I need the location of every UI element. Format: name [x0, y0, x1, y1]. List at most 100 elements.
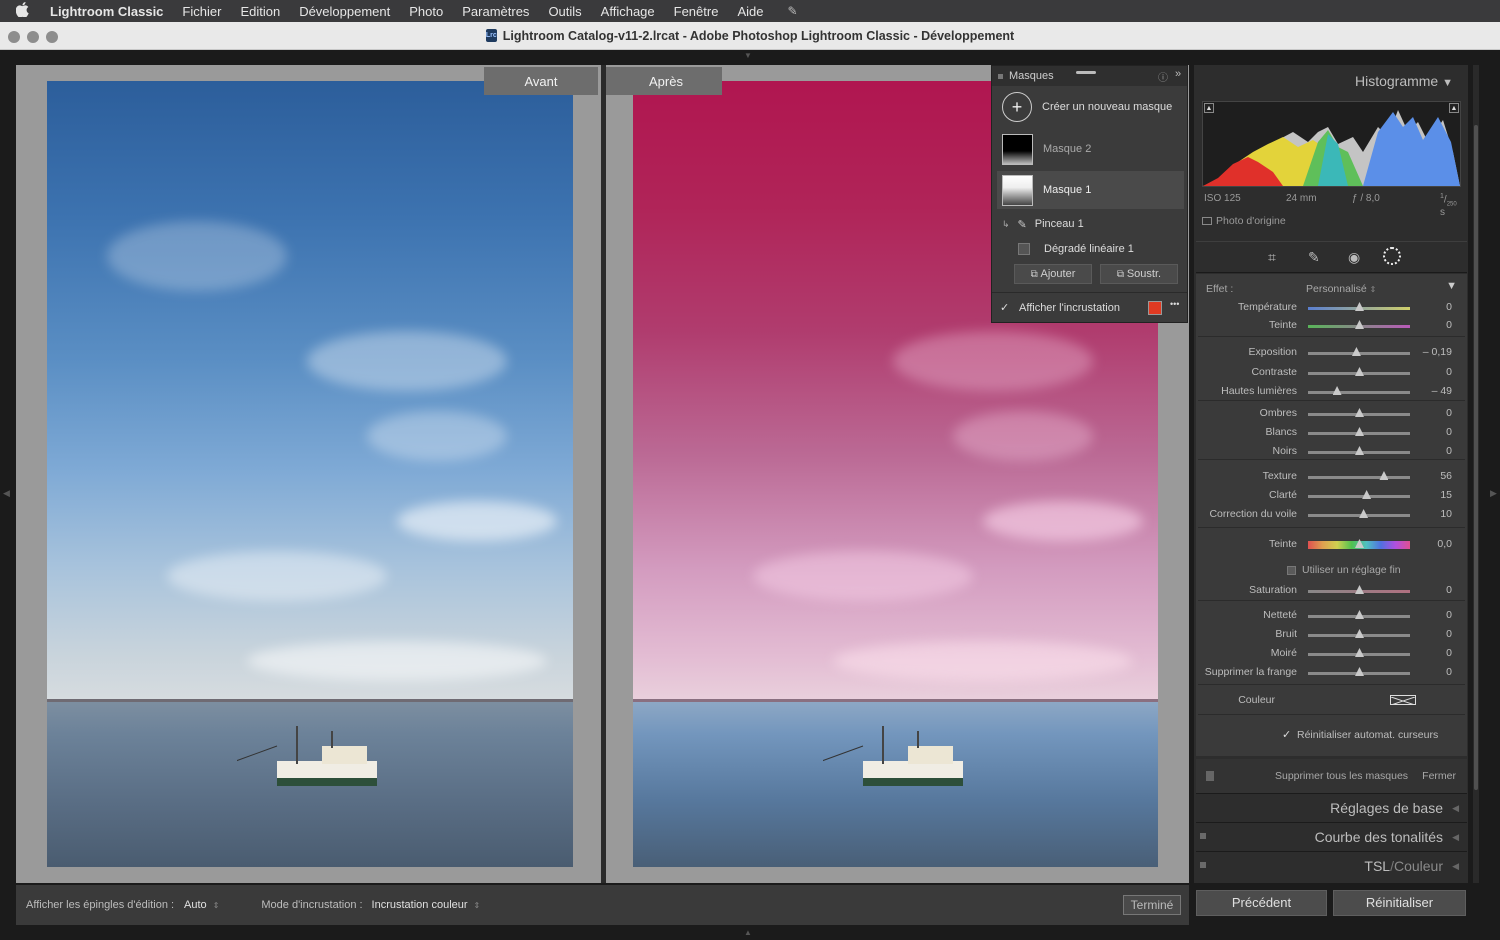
- histogram-title-row[interactable]: Histogramme ▼: [1355, 73, 1453, 89]
- fine-adjust-checkbox[interactable]: [1287, 565, 1296, 575]
- section-hsl[interactable]: TSL/Couleur ◀: [1196, 851, 1467, 881]
- slider-value[interactable]: 0: [1446, 609, 1452, 621]
- menu-app[interactable]: Lightroom Classic: [50, 4, 163, 19]
- overlay-mode-select[interactable]: Incrustation couleur: [372, 899, 468, 911]
- menu-photo[interactable]: Photo: [409, 4, 443, 19]
- help-icon[interactable]: ⓘ: [1158, 69, 1168, 84]
- collapse-effect-icon[interactable]: ▼: [1446, 280, 1457, 292]
- slider-row: Clarté 15: [1196, 487, 1467, 504]
- menu-edition[interactable]: Edition: [240, 4, 280, 19]
- scrollbar-thumb[interactable]: [1474, 125, 1478, 790]
- fine-adjust-row[interactable]: Utiliser un réglage fin: [1287, 564, 1401, 576]
- subtract-component-button[interactable]: ⧉ Soustr.: [1100, 264, 1178, 284]
- slider-value[interactable]: 10: [1440, 508, 1452, 520]
- original-photo-row[interactable]: Photo d'origine: [1202, 215, 1286, 227]
- section-tone-curve[interactable]: Courbe des tonalités ◀: [1196, 822, 1467, 850]
- color-swatch-none[interactable]: [1390, 695, 1416, 706]
- zoom-window-button[interactable]: [46, 31, 58, 43]
- slider-value[interactable]: 0: [1446, 647, 1452, 659]
- before-photo[interactable]: [47, 81, 573, 867]
- menu-aide[interactable]: Aide: [737, 4, 763, 19]
- menu-outils[interactable]: Outils: [548, 4, 581, 19]
- healing-tool-icon[interactable]: ✎: [1308, 249, 1320, 266]
- done-button[interactable]: Terminé: [1123, 895, 1181, 915]
- slider-track[interactable]: [1308, 495, 1410, 498]
- bottom-panel-toggle-icon[interactable]: ▲: [744, 928, 752, 937]
- slider-value[interactable]: 15: [1440, 489, 1452, 501]
- section-separator: [1198, 714, 1465, 715]
- slider-value[interactable]: – 0,19: [1423, 346, 1452, 358]
- top-panel-toggle-icon[interactable]: ▼: [744, 51, 752, 60]
- slider-value[interactable]: 0: [1446, 319, 1452, 331]
- shadow-clipping-icon[interactable]: ▲: [1204, 103, 1214, 113]
- slider-value[interactable]: – 49: [1432, 385, 1452, 397]
- delete-all-masks-button[interactable]: Supprimer tous les masques: [1275, 770, 1408, 782]
- overlay-color-swatch[interactable]: [1148, 301, 1162, 315]
- expand-triangle-icon: ◀: [1452, 832, 1459, 842]
- panel-switch-icon[interactable]: [1200, 862, 1206, 868]
- slider-value[interactable]: 0: [1446, 407, 1452, 419]
- panel-switch-icon[interactable]: [1206, 771, 1214, 781]
- script-menu-icon[interactable]: ✎: [787, 4, 797, 18]
- slider-value[interactable]: 0: [1446, 666, 1452, 678]
- red-eye-tool-icon[interactable]: ◉: [1348, 249, 1360, 266]
- sky-region: [47, 81, 573, 706]
- menu-affichage[interactable]: Affichage: [601, 4, 655, 19]
- original-photo-checkbox[interactable]: [1202, 217, 1212, 225]
- auto-reset-label: Réinitialiser automat. curseurs: [1297, 729, 1439, 741]
- masking-tool-icon[interactable]: [1383, 247, 1401, 265]
- mask-item-selected[interactable]: Masque 1: [997, 171, 1184, 209]
- previous-button[interactable]: Précédent: [1196, 890, 1327, 916]
- slider-track[interactable]: [1308, 391, 1410, 394]
- show-overlay-checkbox[interactable]: ✓: [1000, 302, 1011, 314]
- slider-track[interactable]: [1308, 514, 1410, 517]
- slider-value[interactable]: 0,0: [1437, 538, 1452, 550]
- mask-component[interactable]: ↳ ✎ Pinceau 1: [1000, 214, 1182, 234]
- add-component-button[interactable]: ⧉ Ajouter: [1014, 264, 1092, 284]
- slider-value[interactable]: 56: [1440, 470, 1452, 482]
- mask-component[interactable]: Dégradé linéaire 1: [1000, 239, 1182, 259]
- apple-icon[interactable]: [15, 2, 36, 20]
- auto-reset-checkbox[interactable]: ✓: [1282, 729, 1293, 741]
- linear-gradient-icon: [1018, 243, 1030, 255]
- slider-value[interactable]: 0: [1446, 366, 1452, 378]
- left-panel-collapse[interactable]: ◀: [0, 50, 14, 940]
- effect-preset-select[interactable]: Personnalisé ⇕: [1306, 283, 1376, 295]
- masks-panel-header[interactable]: Masques ⓘ »: [992, 66, 1187, 86]
- aperture-value: ƒ / 8,0: [1352, 193, 1380, 204]
- menu-fenetre[interactable]: Fenêtre: [674, 4, 719, 19]
- right-panel-edge[interactable]: ▶: [1486, 50, 1500, 940]
- expand-triangle-icon: ◀: [1452, 861, 1459, 871]
- lightroom-doc-icon: Lrc: [485, 29, 497, 42]
- panel-switch-icon[interactable]: [1200, 833, 1206, 839]
- slider-label: Contraste: [1251, 366, 1297, 378]
- slider-track[interactable]: [1308, 476, 1410, 479]
- show-pins-select[interactable]: Auto: [184, 899, 207, 911]
- more-options-icon[interactable]: •••: [1170, 299, 1179, 309]
- slider-label: Correction du voile: [1209, 508, 1297, 520]
- show-overlay-row[interactable]: ✓ Afficher l'incrustation •••: [1000, 299, 1182, 317]
- collapse-panel-icon[interactable]: »: [1175, 68, 1181, 80]
- panel-drag-handle[interactable]: [1076, 71, 1096, 74]
- mask-item[interactable]: Masque 2: [1000, 130, 1182, 168]
- highlight-clipping-icon[interactable]: ▲: [1449, 103, 1459, 113]
- create-mask-label[interactable]: Créer un nouveau masque: [1042, 101, 1172, 113]
- create-mask-row[interactable]: + Créer un nouveau masque: [1000, 91, 1182, 123]
- slider-value[interactable]: 0: [1446, 426, 1452, 438]
- add-mask-icon[interactable]: +: [1002, 92, 1032, 122]
- menu-parametres[interactable]: Paramètres: [462, 4, 529, 19]
- reset-button[interactable]: Réinitialiser: [1333, 890, 1466, 916]
- slider-value[interactable]: 0: [1446, 445, 1452, 457]
- slider-value[interactable]: 0: [1446, 584, 1452, 596]
- section-basic[interactable]: Réglages de base ◀: [1196, 793, 1467, 821]
- slider-value[interactable]: 0: [1446, 628, 1452, 640]
- close-masks-button[interactable]: Fermer: [1422, 770, 1456, 782]
- slider-value[interactable]: 0: [1446, 301, 1452, 313]
- minimize-window-button[interactable]: [27, 31, 39, 43]
- crop-tool-icon[interactable]: ⌗: [1268, 249, 1276, 266]
- menu-fichier[interactable]: Fichier: [182, 4, 221, 19]
- histogram-graph[interactable]: ▲ ▲: [1202, 101, 1461, 187]
- menu-developpement[interactable]: Développement: [299, 4, 390, 19]
- close-window-button[interactable]: [8, 31, 20, 43]
- auto-reset-row[interactable]: ✓ Réinitialiser automat. curseurs: [1282, 729, 1438, 741]
